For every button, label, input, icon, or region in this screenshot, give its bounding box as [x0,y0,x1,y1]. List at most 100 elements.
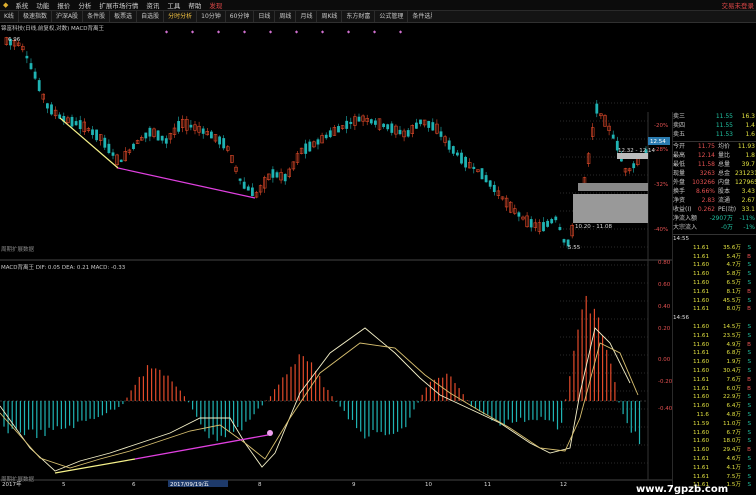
toolbar-tab-2[interactable]: 沪深A股 [52,11,84,22]
menu-item-7[interactable]: 帮助 [184,0,205,10]
macd-axis-4: 0.00 [658,357,671,363]
ask-level: 卖五 11.53 1.6 [673,131,755,138]
candle-body [611,134,615,139]
candle-body [144,132,148,139]
trade-row: 11.61 23.5万 S [692,332,751,339]
stat-row: 外盘 103266 内盘 127965 [673,179,756,186]
candle-body [103,137,107,148]
macd-axis-6: -0.40 [658,406,672,412]
lower-footer: 周期扩展数据 [1,477,35,483]
candle-body [431,122,435,131]
toolbar-tab-11[interactable]: 月线 [296,11,318,22]
app-logo-icon: ◆ [3,1,9,9]
candle-body [439,131,443,137]
toolbar-tab-0[interactable]: K线 [0,11,19,22]
menu-item-2[interactable]: 报价 [53,0,74,10]
candle-body [160,135,164,141]
toolbar-tab-13[interactable]: 东方财富 [342,11,376,22]
toolbar-tab-12[interactable]: 周K线 [317,11,343,22]
candle-body [251,187,254,197]
top-marker: ◆ [191,29,195,34]
candle-body [632,163,636,169]
candle-body [484,175,488,183]
top-marker: ◆ [243,29,247,34]
candle-body [304,143,308,154]
menu-item-1[interactable]: 功能 [32,0,53,10]
menu-item-0[interactable]: 系统 [11,0,32,10]
cursor-date-label: 2017/09/19/五 [170,481,210,487]
stat-row: 收益(I) 0.262 PE(动) 33.1 [673,206,755,213]
trade-row: 11.60 6.7万 S [692,429,751,436]
macd-axis-1: 0.60 [658,282,671,288]
menu-item-6[interactable]: 工具 [163,0,184,10]
login-status[interactable]: 交易未登录 [722,0,755,10]
candle-body [529,219,533,228]
candle-body [456,152,459,156]
candle-body [283,173,287,182]
toolbar-tab-14[interactable]: 公式管理 [375,11,409,22]
macd-axis-0: 0.80 [658,260,671,266]
candle-body [201,128,205,134]
candle-body [398,129,402,135]
top-marker: ◆ [399,29,403,34]
toolbar-tab-5[interactable]: 自选股 [137,11,165,22]
candle-body [492,184,496,193]
menu-item-5[interactable]: 资讯 [142,0,163,10]
toolbar-tab-8[interactable]: 60分钟 [226,11,255,22]
top-marker: ◆ [217,29,221,34]
x-label-7: 11 [484,482,491,487]
trade-row: 11.60 14.5万 S [692,323,751,330]
trade-row: 11.61 7.5万 S [692,473,751,480]
menu-item-3[interactable]: 分析 [74,0,95,10]
candle-body [37,80,41,91]
macd-axis-5: -0.20 [658,379,672,385]
chart-title: 锦富科技(日线,前复权,对数) MACD背离王 [1,26,105,32]
menu-item-discover[interactable]: 发现 [205,0,226,10]
candle-body [238,178,242,181]
candle-body [406,130,410,137]
quote-panel: 卖三 11.55 16.3 卖四 11.55 1.4 卖五 11.53 1.6 … [672,112,756,488]
trade-row: 11.61 6.0万 B [692,385,751,392]
toolbar-tab-1[interactable]: 极速指数 [19,11,52,22]
candle-body [337,126,340,133]
candle-body [451,146,455,154]
x-label-5: 9 [352,482,356,487]
pct-label-3: -40% [654,227,668,233]
trade-row: 11.61 4.6万 S [692,455,751,462]
candle-body [119,159,123,163]
candle-body [177,121,180,132]
candle-body [148,127,152,137]
trade-row: 11.59 11.0万 S [692,420,751,427]
x-label-2: 6 [132,482,136,487]
candle-body [415,122,418,129]
toolbar-tab-9[interactable]: 日线 [254,11,276,22]
stat-row: 换手 8.66% 股本 3.43 [673,188,755,195]
trade-row: 11.6 4.8万 S [696,411,751,418]
upper-footer: 周期扩展数据 [1,247,35,253]
candle-body [517,212,521,217]
candle-body [345,120,349,129]
candle-body [349,121,353,124]
toolbar-tab-3[interactable]: 条件股 [83,11,111,22]
big-order-row: 大宗流入 -0万 -1% [673,224,755,231]
pct-label-2: -32% [654,182,668,188]
toolbar-tab-4[interactable]: 板票选 [110,11,138,22]
x-label-1: 5 [62,482,66,487]
net-inflow-row: 净流入额 -2907万 -11% [673,215,755,222]
trade-row: 11.60 4.7万 S [692,262,751,269]
candle-body [156,130,160,141]
candle-body [464,156,467,168]
toolbar-tab-10[interactable]: 周线 [275,11,297,22]
stat-row: 净资 2.83 流通 2.67 [673,197,755,204]
candle-body [91,129,94,135]
candle-body [246,186,250,191]
toolbar-tab-6[interactable]: 分时分析 [164,11,198,22]
trade-row: 11.60 5.8万 S [692,271,751,278]
macd-axis-3: 0.20 [658,326,671,332]
menu-item-4[interactable]: 扩展市场行情 [95,0,142,10]
trade-row: 11.61 4.1万 S [692,464,751,471]
toolbar-tab-7[interactable]: 10分钟 [197,11,226,22]
pct-label-1: -28% [654,147,668,153]
candle-body [308,141,312,152]
trade-row: 11.61 6.8万 S [692,350,751,357]
